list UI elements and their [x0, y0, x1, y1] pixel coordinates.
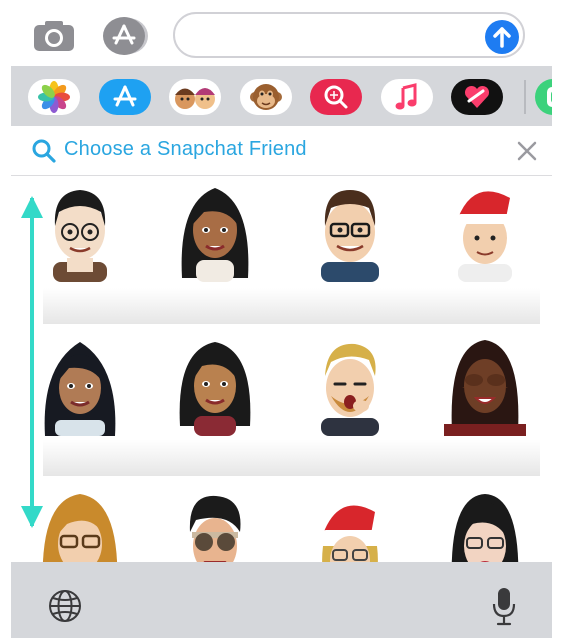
keyboard-bottom-bar	[11, 562, 552, 638]
photos-app-icon[interactable]	[28, 79, 80, 115]
digital-touch-app-icon[interactable]	[451, 79, 503, 115]
memoji-stickers-app-icon[interactable]	[169, 79, 221, 115]
send-arrow-icon	[493, 27, 511, 48]
friend-search-bar[interactable]: Choose a Snapchat Friend	[11, 126, 552, 176]
imessage-app-screen: Choose a Snapchat Friend	[0, 0, 564, 638]
friends-grid	[11, 176, 552, 562]
close-icon[interactable]	[515, 139, 539, 163]
drawer-separator	[524, 80, 526, 114]
app-drawer	[11, 66, 552, 126]
app-store-app-icon[interactable]	[99, 79, 151, 115]
scroll-up-down-arrow-icon	[21, 196, 43, 528]
bitmoji-app-icon[interactable]	[535, 79, 552, 115]
search-prompt-label: Choose a Snapchat Friend	[64, 138, 307, 160]
microphone-icon[interactable]	[491, 586, 517, 626]
friend-avatar[interactable]	[39, 182, 121, 282]
app-store-icon	[103, 17, 145, 55]
globe-icon[interactable]	[47, 588, 83, 624]
friend-avatar[interactable]	[39, 336, 121, 436]
friend-avatar[interactable]	[309, 336, 391, 436]
search-icon	[32, 139, 56, 163]
friend-avatar[interactable]	[444, 490, 526, 562]
friend-avatar[interactable]	[39, 490, 121, 562]
animoji-app-icon[interactable]	[240, 79, 292, 115]
friend-avatar[interactable]	[174, 490, 256, 562]
app-store-button[interactable]	[102, 14, 146, 58]
compose-bar	[0, 0, 564, 66]
camera-button[interactable]	[32, 14, 76, 58]
friend-avatar[interactable]	[174, 336, 256, 436]
row-divider	[43, 288, 540, 324]
camera-icon	[34, 21, 74, 51]
friend-avatar[interactable]	[444, 336, 526, 436]
friend-avatar[interactable]	[174, 182, 256, 282]
send-button[interactable]	[485, 20, 519, 54]
friend-avatar[interactable]	[309, 182, 391, 282]
music-app-icon[interactable]	[381, 79, 433, 115]
row-divider	[43, 440, 540, 476]
friend-avatar[interactable]	[444, 182, 526, 282]
friend-avatar[interactable]	[309, 490, 391, 562]
message-input[interactable]	[173, 12, 525, 58]
search-images-app-icon[interactable]	[310, 79, 362, 115]
